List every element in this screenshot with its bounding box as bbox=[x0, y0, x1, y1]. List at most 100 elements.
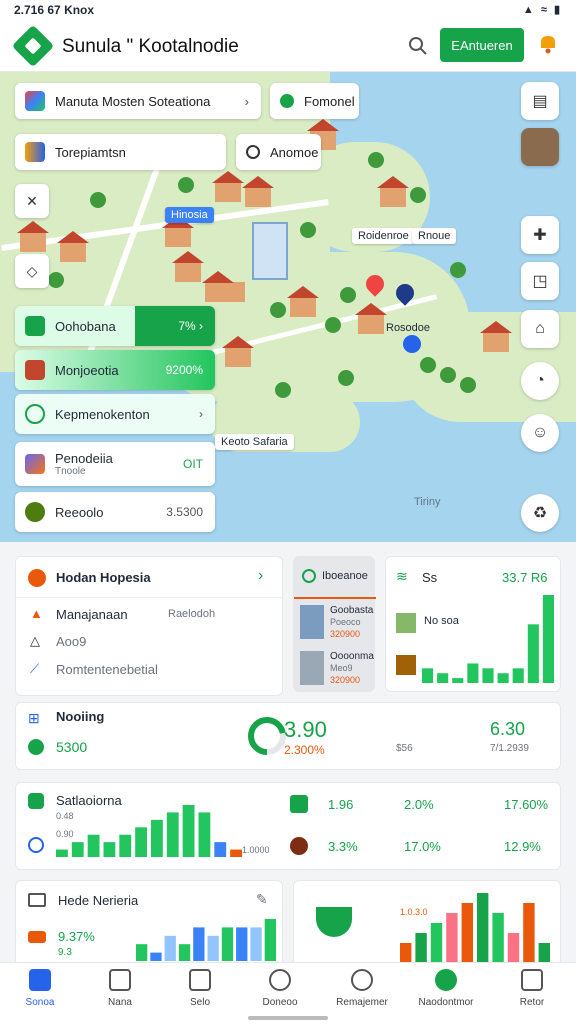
chevron-right-icon: › bbox=[199, 407, 203, 421]
map-view[interactable]: Manuta Mosten Soteationa › Fomonel Torep… bbox=[0, 72, 576, 542]
category-icon bbox=[25, 142, 45, 162]
list-card-label: Penodeiia bbox=[55, 451, 113, 466]
list-card[interactable]: Kepmenokenton › bbox=[15, 394, 215, 434]
app-logo-icon bbox=[11, 24, 55, 68]
chart-bar bbox=[452, 678, 464, 683]
stats-value: 17.60% bbox=[504, 797, 549, 812]
stats-value: 2.0% bbox=[404, 797, 434, 812]
chart-bar bbox=[400, 943, 412, 963]
menu-icon bbox=[521, 969, 543, 991]
shuffle-icon[interactable]: ✕ bbox=[15, 184, 49, 218]
chart-bar bbox=[214, 842, 227, 857]
bottom-left-value: 9.37% bbox=[58, 929, 95, 944]
map-marker-icon bbox=[25, 404, 45, 424]
map-tree bbox=[368, 152, 384, 168]
building-icon bbox=[25, 360, 45, 380]
figure-icon[interactable]: ✚ bbox=[521, 216, 559, 254]
status-icons: ▲ ≈ ▮ bbox=[522, 4, 562, 16]
media-card[interactable]: Iboeanoe Goobasta Poeoco 320900 Oooonma … bbox=[293, 556, 376, 692]
stats-value: 1.96 bbox=[328, 797, 354, 812]
list-card[interactable]: Penodeiia Tnoole OIT bbox=[15, 442, 215, 486]
map-building bbox=[377, 176, 409, 207]
nav-item-3[interactable]: Selo bbox=[160, 969, 240, 1008]
app-title: Sunula " Kootalnodie bbox=[62, 36, 239, 57]
chart-bar bbox=[264, 919, 276, 961]
category-chip[interactable]: Torepiamtsn bbox=[15, 134, 226, 170]
nav-item-5[interactable]: Remajemer bbox=[322, 969, 402, 1008]
progress-card[interactable]: ⊞ Nooiing 5300 3.90 2.300% $56 6.30 7/1.… bbox=[15, 702, 561, 770]
shield-icon[interactable]: ◇ bbox=[15, 254, 49, 288]
hub-row-note: Raelodoh bbox=[168, 608, 216, 620]
hub-title: Hodan Hopesia bbox=[56, 570, 151, 585]
recycle-icon[interactable]: ♻ bbox=[521, 494, 559, 532]
map-building bbox=[202, 271, 245, 302]
edit-icon[interactable]: ✎ bbox=[256, 891, 268, 908]
chart-bar bbox=[87, 834, 100, 857]
chart-bar bbox=[150, 952, 162, 961]
progress-right-value: 6.30 bbox=[490, 719, 526, 739]
stats-value: 17.0% bbox=[404, 839, 441, 854]
stats-bar-chart bbox=[56, 805, 242, 857]
home-alert-icon[interactable]: ⌂ bbox=[521, 310, 559, 348]
list-card-text: Penodeiia Tnoole bbox=[55, 451, 113, 477]
hub-row[interactable]: Manajanaan bbox=[56, 607, 128, 622]
stats-card[interactable]: Satlaoiorna 0.48 0.90 1.0000 1.96 2.0% 1… bbox=[15, 782, 561, 870]
hub-row[interactable]: Romtentenebetial bbox=[56, 662, 158, 677]
nav-label: Sonoa bbox=[25, 997, 55, 1008]
document-icon bbox=[28, 893, 46, 907]
map-label[interactable]: Keoto Safaria bbox=[215, 434, 294, 450]
nav-label: Doneoo bbox=[262, 997, 298, 1008]
chart-bar bbox=[497, 673, 509, 683]
hub-row[interactable]: Aoo9 bbox=[56, 634, 86, 649]
mini-chart-card[interactable]: ≋ Ss 33.7 R6 No soa bbox=[385, 556, 561, 692]
clock-icon bbox=[269, 969, 291, 991]
activity-icon: ≋ bbox=[396, 568, 408, 584]
chart-bar bbox=[422, 668, 434, 683]
avatar bbox=[25, 502, 45, 522]
map-tree bbox=[460, 377, 476, 393]
bottom-right-card[interactable]: 1.0.3.0 bbox=[293, 880, 561, 970]
chart-bar bbox=[461, 903, 473, 963]
map-label[interactable]: Rnoue bbox=[412, 228, 457, 244]
map-building bbox=[162, 216, 194, 247]
search-icon[interactable] bbox=[408, 36, 428, 56]
chart-bar bbox=[512, 668, 524, 683]
hub-card[interactable]: Hodan Hopesia › ▲ Manajanaan Raelodoh △ … bbox=[15, 556, 284, 696]
map-tree bbox=[440, 367, 456, 383]
layers-icon[interactable]: ▤ bbox=[521, 82, 559, 120]
chart-bar bbox=[71, 842, 84, 857]
location-chip[interactable]: Manuta Mosten Soteationa › bbox=[15, 83, 261, 119]
nav-item-2[interactable]: Nana bbox=[80, 969, 160, 1008]
nav-item-6[interactable]: Naodontmor bbox=[406, 969, 486, 1008]
list-card[interactable]: Reeoolo 3.5300 bbox=[15, 492, 215, 532]
nav-item-home[interactable]: Sonoa bbox=[0, 969, 80, 1008]
chart-bar bbox=[542, 595, 554, 683]
mode-chip[interactable]: Anomoe bbox=[236, 134, 321, 170]
face-icon[interactable]: ☺ bbox=[521, 414, 559, 452]
mini-chart-title: Ss bbox=[422, 570, 438, 585]
mode-chip-label: Anomoe bbox=[270, 144, 319, 160]
list-card[interactable]: Oohobana 7% › bbox=[15, 306, 215, 346]
map-label[interactable]: Rosodoe bbox=[380, 320, 436, 336]
list-card[interactable]: Monjoeotia 9200% bbox=[15, 350, 215, 390]
media-header: Iboeanoe bbox=[322, 570, 368, 582]
chart-bar bbox=[56, 849, 68, 857]
app-bar: Sunula " Kootalnodie EAntueren bbox=[0, 20, 576, 72]
map-tree bbox=[450, 262, 466, 278]
nav-item-7[interactable]: Retor bbox=[492, 969, 572, 1008]
notification-icon[interactable] bbox=[536, 32, 560, 56]
map-label: Tiriny bbox=[414, 496, 441, 508]
nav-item-4[interactable]: Doneoo bbox=[240, 969, 320, 1008]
refresh-icon bbox=[246, 145, 260, 159]
filter-chip[interactable]: Fomonel bbox=[270, 83, 359, 119]
user-avatar[interactable] bbox=[521, 128, 559, 166]
primary-action-button[interactable]: EAntueren bbox=[440, 28, 524, 62]
map-label[interactable]: Hinosia bbox=[165, 207, 214, 223]
map-tree bbox=[90, 192, 106, 208]
pie-icon[interactable]: ◔ bbox=[521, 362, 559, 400]
chevron-right-icon[interactable]: › bbox=[258, 567, 263, 585]
map-building bbox=[17, 221, 49, 252]
share-icon[interactable]: ◳ bbox=[521, 262, 559, 300]
map-label[interactable]: Roidenroe bbox=[352, 228, 415, 244]
bottom-left-card[interactable]: Hede Nerieria ✎ 9.37% 9.3 bbox=[15, 880, 283, 970]
